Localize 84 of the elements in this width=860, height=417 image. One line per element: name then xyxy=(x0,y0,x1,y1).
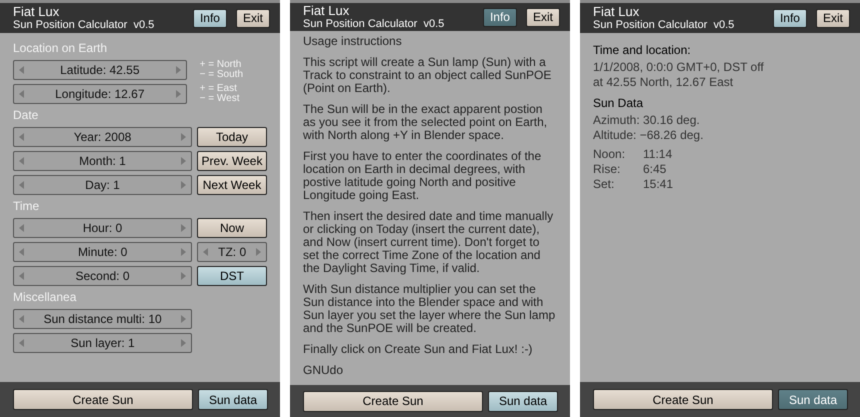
instruction-paragraph: Usage instructions xyxy=(303,35,403,48)
toggle-button[interactable]: DST xyxy=(197,266,267,286)
push-button[interactable]: Create Sun xyxy=(593,389,773,410)
number-field[interactable]: TZ: 0 xyxy=(197,242,267,262)
push-button[interactable]: Create Sun xyxy=(303,390,483,412)
push-button[interactable]: Exit xyxy=(816,8,850,28)
left-arrow-icon xyxy=(19,224,24,232)
right-arrow-icon xyxy=(180,272,186,280)
number-field[interactable]: Latitude: 42.55 xyxy=(13,60,187,80)
push-button[interactable]: Exit xyxy=(236,8,270,28)
push-button[interactable]: Now xyxy=(197,218,267,238)
left-arrow-icon xyxy=(19,315,24,323)
instruction-paragraph: The Sun will be in the exact apparent postion as you see it from the selected point on Earth, with North along +Y in Blender space. xyxy=(303,103,548,142)
number-field[interactable]: Sun layer: 1 xyxy=(13,333,192,353)
left-arrow-icon xyxy=(19,90,24,98)
right-arrow-icon xyxy=(181,181,186,189)
number-field[interactable]: Sun distance multi: 10 xyxy=(13,309,192,329)
section-heading: Location on Earth xyxy=(13,41,108,55)
data-value: 6:45 xyxy=(643,162,666,177)
number-field[interactable]: Hour: 0 xyxy=(13,218,192,238)
right-arrow-icon xyxy=(180,157,186,165)
push-button[interactable]: Exit xyxy=(526,8,560,26)
push-button[interactable]: Next Week xyxy=(197,175,267,195)
number-field[interactable]: Month: 1 xyxy=(13,151,192,171)
right-arrow-icon xyxy=(180,224,186,232)
right-arrow-icon xyxy=(181,248,186,256)
left-arrow-icon xyxy=(19,66,24,74)
right-arrow-icon xyxy=(176,90,181,98)
left-arrow-icon xyxy=(19,133,24,141)
push-button[interactable]: Today xyxy=(197,127,267,147)
data-heading: Time and location: xyxy=(593,43,692,57)
hint-text: − = West xyxy=(200,94,240,104)
data-label: Set: xyxy=(593,177,616,192)
toggle-button[interactable]: Info xyxy=(772,8,807,28)
toggle-button[interactable]: Sun data xyxy=(778,389,848,410)
hint-text: + = North xyxy=(200,60,242,70)
instruction-paragraph: With Sun distance multiplier you can set the Sun distance into the Blender space and with Sun layer you set the layer where the Sun lamp and the SunPOE will be created. xyxy=(303,283,556,335)
app-title: Fiat Lux xyxy=(593,4,640,19)
data-line: 1/1/2008, 0:0:0 GMT+0, DST off xyxy=(593,60,765,75)
hint-text: + = East xyxy=(200,84,238,94)
right-arrow-icon xyxy=(256,248,261,256)
app-title: Fiat Lux xyxy=(13,4,60,19)
left-arrow-icon xyxy=(203,248,208,256)
toggle-button[interactable]: Info xyxy=(192,8,227,28)
right-arrow-icon xyxy=(181,315,186,323)
number-field[interactable]: Year: 2008 xyxy=(13,127,192,147)
instruction-paragraph: First you have to enter the coordinates of the location on Earth in decimal degrees, with postive latitude going North and positive Longitude going East. xyxy=(303,150,542,202)
number-field[interactable]: Longitude: 12.67 xyxy=(13,84,187,104)
app-subtitle: Sun Position Calculator v0.5 xyxy=(303,18,446,31)
data-line: at 42.55 North, 12.67 East xyxy=(593,75,734,90)
instruction-paragraph: This script will create a Sun lamp (Sun) with a Track to constraint to an object called SunPOE (Point on Earth). xyxy=(303,56,552,95)
app-subtitle: Sun Position Calculator v0.5 xyxy=(593,19,736,32)
number-field[interactable]: Second: 0 xyxy=(13,266,192,286)
app-title: Fiat Lux xyxy=(303,3,350,18)
push-button[interactable]: Create Sun xyxy=(13,389,193,410)
data-heading: Sun Data xyxy=(593,96,644,110)
section-heading: Date xyxy=(13,108,40,122)
toggle-button[interactable]: Info xyxy=(482,8,517,26)
hint-text: − = South xyxy=(200,70,244,80)
data-label: Noon: xyxy=(593,147,626,162)
right-arrow-icon xyxy=(180,133,186,141)
toggle-button[interactable]: Sun data xyxy=(198,389,268,410)
instruction-paragraph: GNUdo xyxy=(303,364,344,377)
left-arrow-icon xyxy=(19,248,24,256)
number-field[interactable]: Day: 1 xyxy=(13,175,192,195)
section-heading: Miscellanea xyxy=(13,290,78,304)
number-field[interactable]: Minute: 0 xyxy=(13,242,192,262)
left-arrow-icon xyxy=(19,157,24,165)
data-value: 15:41 xyxy=(643,177,674,192)
data-value: 11:14 xyxy=(643,147,672,162)
section-heading: Time xyxy=(13,199,40,213)
right-arrow-icon xyxy=(181,339,186,347)
toggle-button[interactable]: Sun data xyxy=(488,390,558,412)
left-arrow-icon xyxy=(19,272,24,280)
left-arrow-icon xyxy=(19,339,24,347)
instruction-paragraph: Then insert the desired date and time manually or clicking on Today (insert the current date), and Now (insert current time). Don't forget to set the correct Time Zone of the location and the Daylight Saving Time, if valid. xyxy=(303,210,554,275)
app-subtitle: Sun Position Calculator v0.5 xyxy=(13,19,156,32)
data-label: Rise: xyxy=(593,162,622,177)
instruction-paragraph: Finally click on Create Sun and Fiat Lux! :-) xyxy=(303,343,534,356)
right-arrow-icon xyxy=(176,66,181,74)
data-line: Altitude: −68.26 deg. xyxy=(593,128,704,143)
left-arrow-icon xyxy=(19,181,24,189)
data-line: Azimuth: 30.16 deg. xyxy=(593,113,701,128)
push-button[interactable]: Prev. Week xyxy=(197,151,267,171)
